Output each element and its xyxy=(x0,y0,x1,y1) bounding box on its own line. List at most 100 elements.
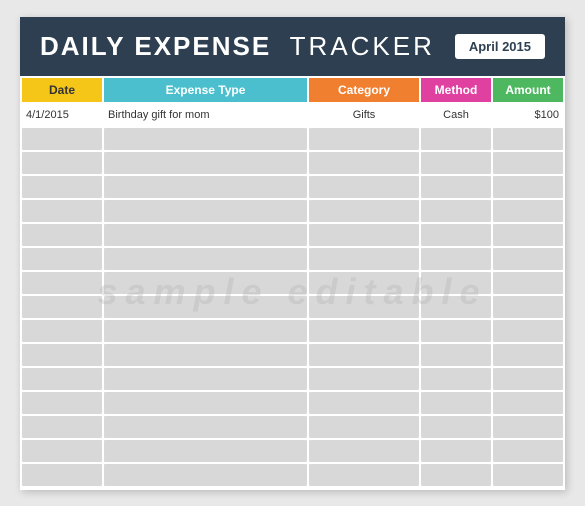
col-expense-type: Expense Type xyxy=(104,78,307,102)
cell-empty xyxy=(421,464,491,486)
title-bold: DAILY EXPENSE xyxy=(40,31,271,61)
cell-date: 4/1/2015 xyxy=(22,104,102,126)
cell-empty xyxy=(104,464,307,486)
cell-empty xyxy=(22,128,102,150)
table-row xyxy=(22,368,563,390)
cell-empty xyxy=(493,128,563,150)
cell-empty xyxy=(309,200,419,222)
cell-empty xyxy=(22,392,102,414)
cell-empty xyxy=(421,296,491,318)
cell-empty xyxy=(104,272,307,294)
table-row xyxy=(22,392,563,414)
cell-empty xyxy=(421,128,491,150)
table-row xyxy=(22,272,563,294)
cell-empty xyxy=(309,248,419,270)
cell-empty xyxy=(104,248,307,270)
cell-empty xyxy=(493,392,563,414)
cell-empty xyxy=(22,176,102,198)
cell-empty xyxy=(104,152,307,174)
table-row xyxy=(22,176,563,198)
cell-empty xyxy=(493,272,563,294)
cell-empty xyxy=(22,224,102,246)
cell-empty xyxy=(22,320,102,342)
cell-empty xyxy=(104,368,307,390)
table-row xyxy=(22,128,563,150)
cell-empty xyxy=(309,344,419,366)
cell-empty xyxy=(421,176,491,198)
cell-empty xyxy=(309,176,419,198)
cell-empty xyxy=(421,344,491,366)
table-row xyxy=(22,152,563,174)
cell-empty xyxy=(309,320,419,342)
cell-empty xyxy=(309,368,419,390)
cell-empty xyxy=(104,416,307,438)
cell-empty xyxy=(309,392,419,414)
cell-empty xyxy=(22,368,102,390)
cell-empty xyxy=(22,152,102,174)
col-method: Method xyxy=(421,78,491,102)
tracker-container: DAILY EXPENSE TRACKER April 2015 Date Ex… xyxy=(20,17,565,490)
header: DAILY EXPENSE TRACKER April 2015 xyxy=(20,17,565,76)
cell-empty xyxy=(104,200,307,222)
cell-amount: $100 xyxy=(493,104,563,126)
cell-empty xyxy=(104,320,307,342)
cell-empty xyxy=(493,320,563,342)
cell-empty xyxy=(22,272,102,294)
cell-empty xyxy=(309,296,419,318)
cell-empty xyxy=(309,128,419,150)
cell-empty xyxy=(22,200,102,222)
cell-empty xyxy=(421,152,491,174)
cell-empty xyxy=(421,248,491,270)
cell-empty xyxy=(421,392,491,414)
cell-empty xyxy=(493,200,563,222)
cell-empty xyxy=(104,440,307,462)
table-row xyxy=(22,464,563,486)
cell-empty xyxy=(493,416,563,438)
cell-empty xyxy=(421,224,491,246)
cell-empty xyxy=(104,344,307,366)
table-row xyxy=(22,416,563,438)
cell-empty xyxy=(493,296,563,318)
title-light: TRACKER xyxy=(290,31,435,61)
table-row xyxy=(22,224,563,246)
col-amount: Amount xyxy=(493,78,563,102)
table-row xyxy=(22,320,563,342)
table-row xyxy=(22,344,563,366)
col-category: Category xyxy=(309,78,419,102)
cell-empty xyxy=(421,200,491,222)
cell-empty xyxy=(493,176,563,198)
cell-empty xyxy=(493,224,563,246)
cell-empty xyxy=(421,440,491,462)
table-row xyxy=(22,296,563,318)
cell-empty xyxy=(104,392,307,414)
header-date: April 2015 xyxy=(455,34,545,59)
cell-empty xyxy=(104,128,307,150)
cell-empty xyxy=(104,224,307,246)
cell-empty xyxy=(421,320,491,342)
cell-empty xyxy=(104,176,307,198)
cell-empty xyxy=(493,368,563,390)
cell-empty xyxy=(22,416,102,438)
cell-empty xyxy=(309,464,419,486)
cell-empty xyxy=(22,248,102,270)
cell-empty xyxy=(104,296,307,318)
cell-empty xyxy=(421,272,491,294)
column-headers: Date Expense Type Category Method Amount xyxy=(20,76,565,102)
table-row xyxy=(22,440,563,462)
cell-expense: Birthday gift for mom xyxy=(104,104,307,126)
table-area: 4/1/2015 Birthday gift for mom Gifts Cas… xyxy=(20,102,565,490)
cell-empty xyxy=(22,464,102,486)
table-row: 4/1/2015 Birthday gift for mom Gifts Cas… xyxy=(22,104,563,126)
table-row xyxy=(22,200,563,222)
cell-empty xyxy=(22,296,102,318)
cell-empty xyxy=(421,416,491,438)
cell-empty xyxy=(22,344,102,366)
cell-empty xyxy=(493,248,563,270)
cell-empty xyxy=(309,224,419,246)
cell-category: Gifts xyxy=(309,104,419,126)
cell-empty xyxy=(421,368,491,390)
cell-empty xyxy=(309,272,419,294)
cell-method: Cash xyxy=(421,104,491,126)
cell-empty xyxy=(309,416,419,438)
header-title: DAILY EXPENSE TRACKER xyxy=(40,31,435,62)
